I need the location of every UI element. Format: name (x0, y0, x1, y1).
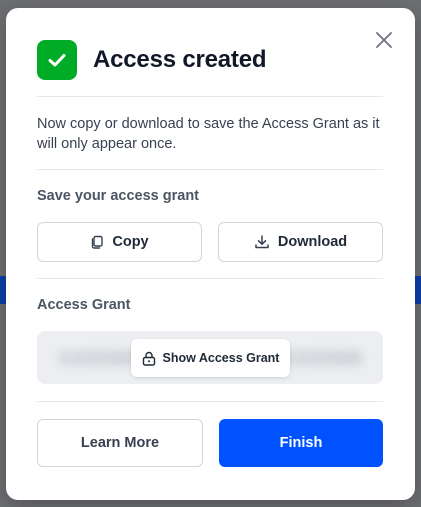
copy-button[interactable]: Copy (37, 222, 202, 262)
download-button-label: Download (277, 234, 348, 250)
divider (37, 96, 383, 97)
check-icon (48, 54, 66, 67)
download-button[interactable]: Download (218, 222, 383, 262)
show-access-grant-label: Show Access Grant (162, 351, 280, 365)
copy-button-label: Copy (112, 234, 149, 250)
download-icon (255, 235, 269, 249)
close-button[interactable] (373, 29, 395, 51)
copy-icon (92, 235, 104, 249)
show-access-grant-button[interactable]: Show Access Grant (131, 339, 290, 377)
access-grant-field: Show Access Grant (37, 331, 383, 384)
success-badge (37, 40, 77, 80)
divider (37, 169, 383, 170)
modal-description: Now copy or download to save the Access … (37, 116, 380, 152)
finish-label: Finish (279, 435, 323, 451)
grant-section-label: Access Grant (37, 297, 131, 313)
learn-more-button[interactable]: Learn More (37, 419, 203, 467)
learn-more-label: Learn More (80, 435, 160, 451)
access-created-modal: Access created Now copy or download to s… (6, 8, 415, 500)
divider (37, 278, 383, 279)
background-bar-right (415, 276, 421, 304)
modal-header: Access created (37, 40, 267, 80)
lock-icon (142, 351, 155, 366)
divider (37, 401, 383, 402)
save-section-label: Save your access grant (37, 188, 200, 204)
finish-button[interactable]: Finish (219, 419, 383, 467)
close-icon (376, 32, 392, 48)
modal-title: Access created (93, 46, 267, 73)
